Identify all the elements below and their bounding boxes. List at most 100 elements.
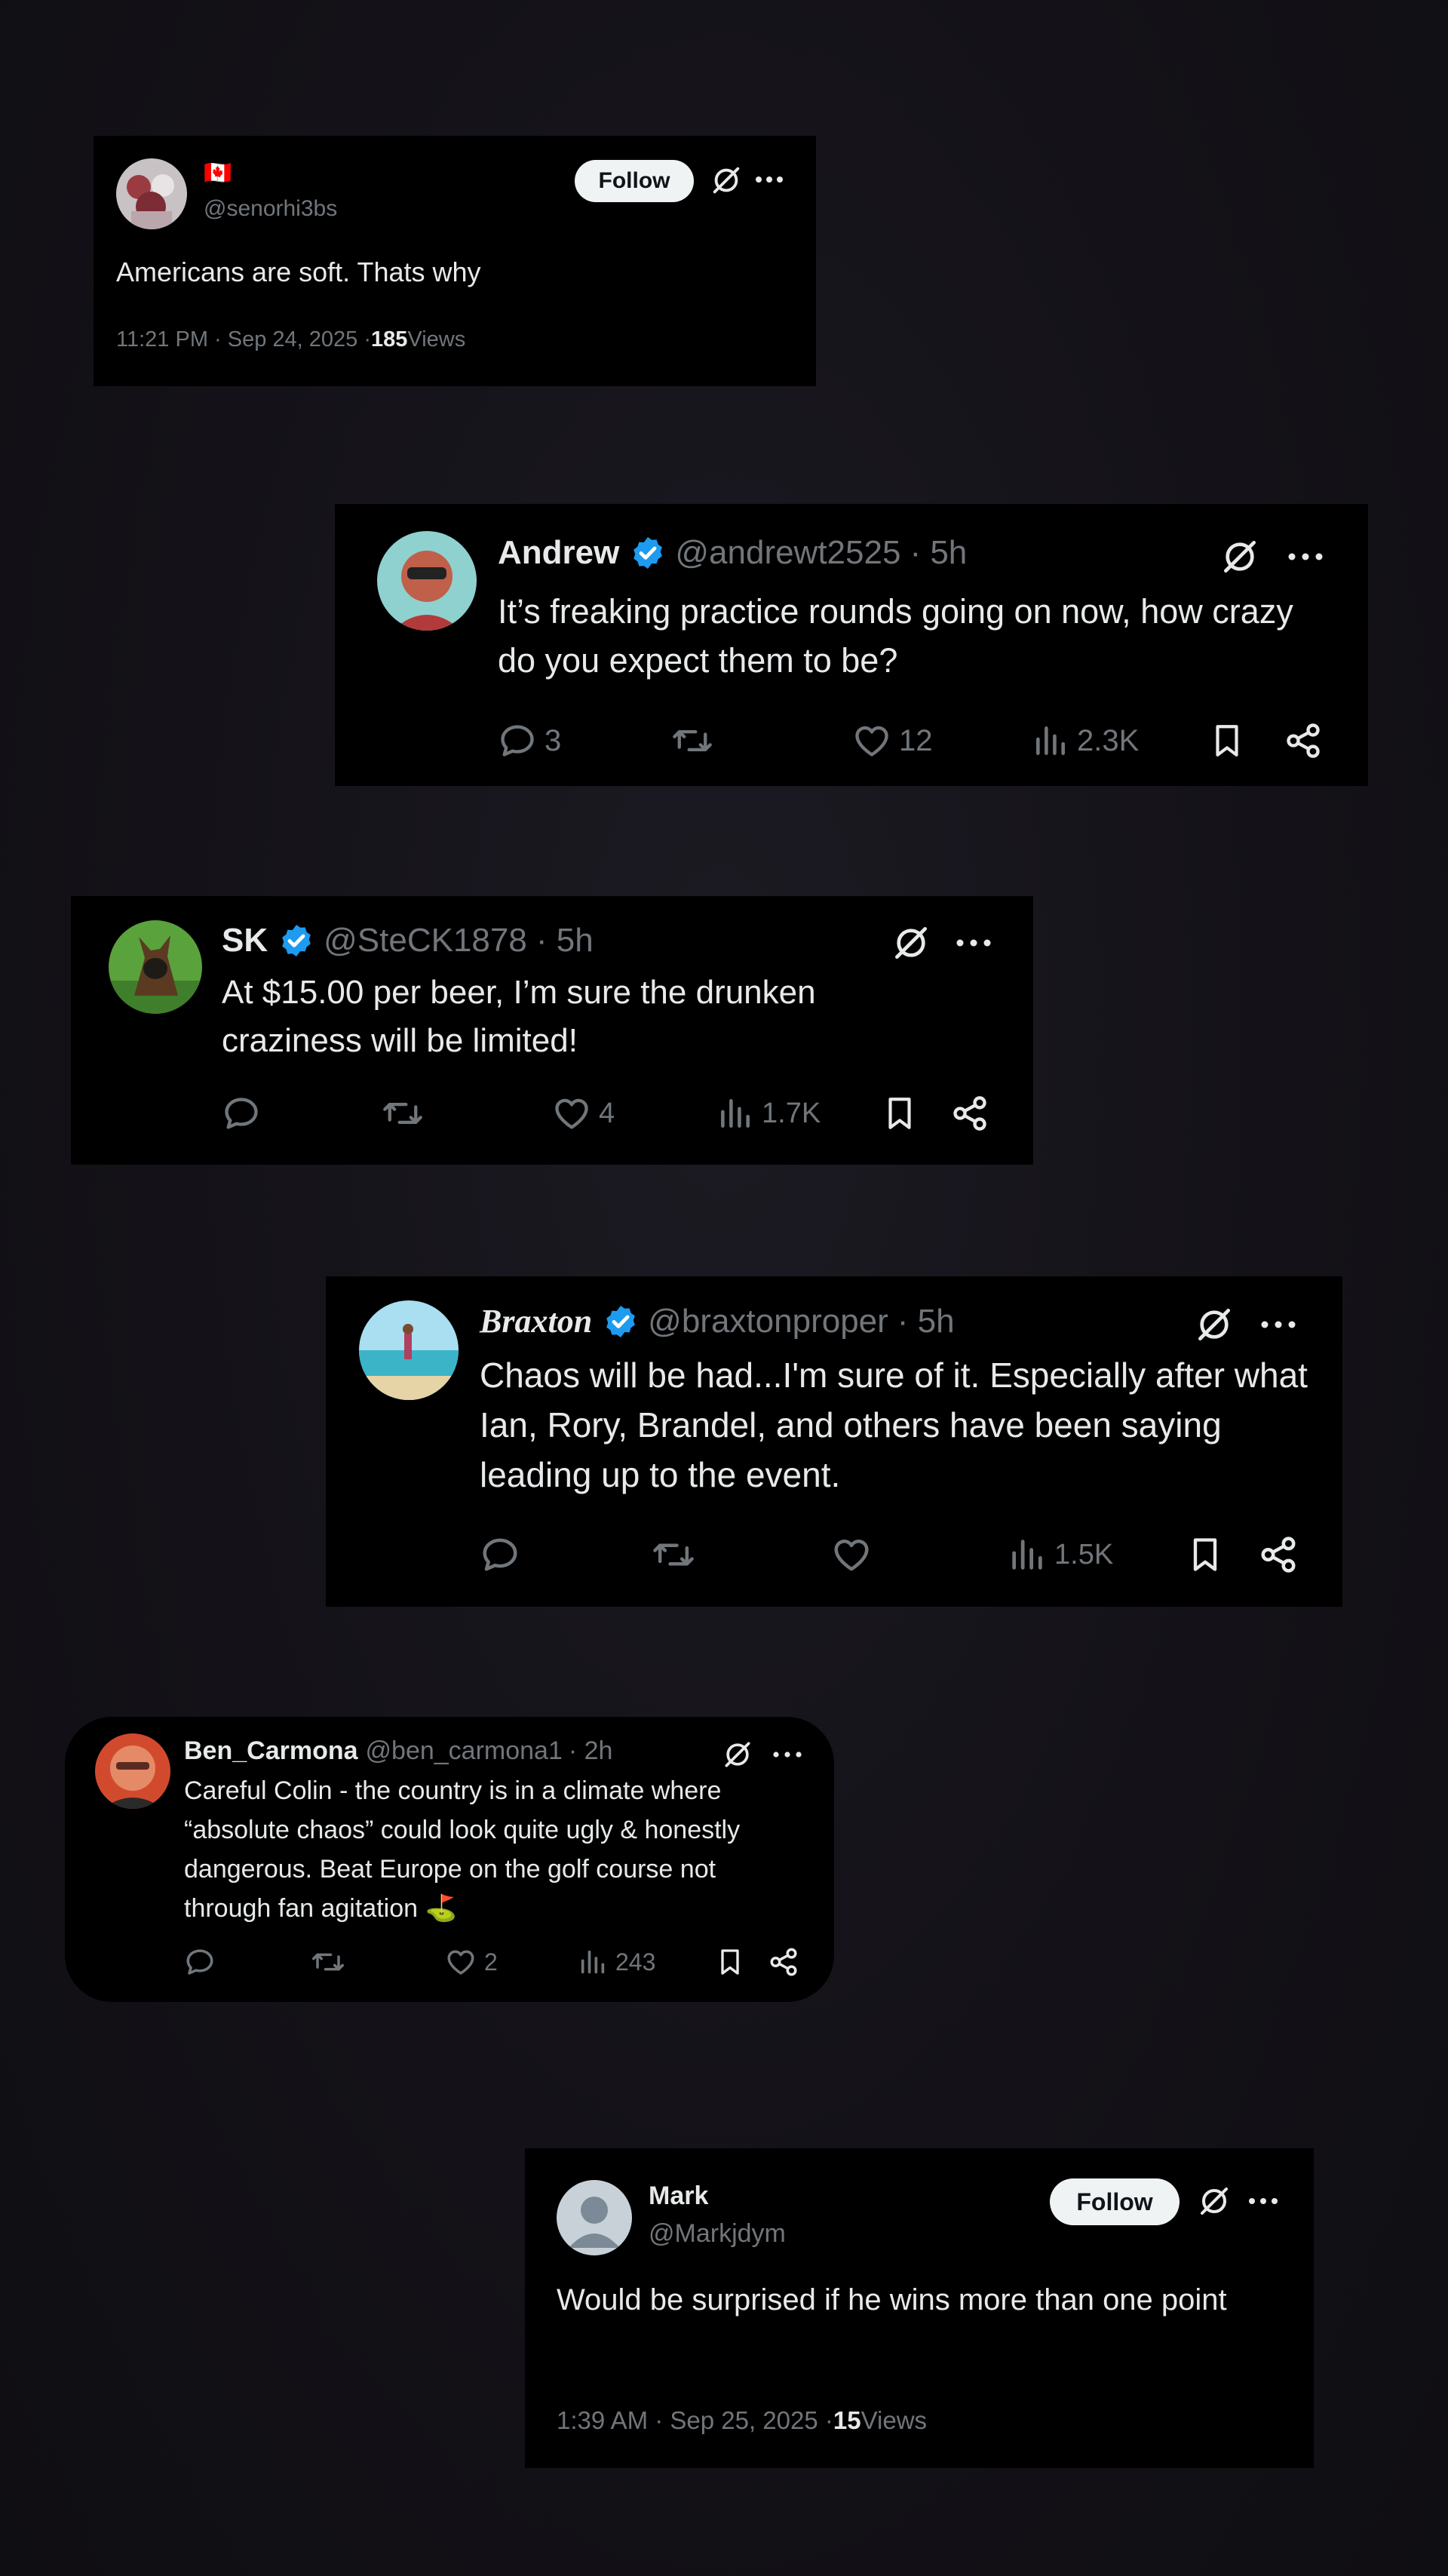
views-icon	[1036, 726, 1065, 755]
post-time[interactable]: · 5h	[897, 1303, 955, 1340]
user-handle[interactable]: @SteCK1878	[324, 922, 527, 959]
more-icon[interactable]	[1287, 552, 1324, 561]
post-metadata: 11:21 PM · Sep 24, 2025 · 185 Views	[116, 327, 465, 352]
like-icon	[447, 1950, 474, 1975]
post-card-senorhi3bs: 🇨🇦 @senorhi3bs Follow Americans are soft…	[94, 136, 816, 386]
post-text: Americans are soft. Thats why	[116, 256, 481, 287]
views-count: 15	[833, 2406, 861, 2434]
user-handle[interactable]: @Markjdym	[649, 2219, 786, 2249]
bookmark-icon[interactable]	[715, 1946, 745, 1978]
repost-button[interactable]	[382, 1094, 431, 1133]
post-card-mark: Mark @Markjdym Follow Would be surprised…	[525, 2148, 1314, 2468]
repost-button[interactable]	[671, 721, 721, 760]
reply-icon	[225, 1098, 258, 1129]
follow-button[interactable]: Follow	[575, 160, 694, 202]
views-count: 1.5K	[1054, 1538, 1114, 1570]
post-header: Andrew @andrewt2525 · 5h	[498, 534, 967, 572]
reply-button[interactable]	[184, 1946, 223, 1978]
bookmark-icon[interactable]	[1186, 1534, 1225, 1575]
views-icon	[1012, 1540, 1042, 1570]
views-icon	[581, 1950, 605, 1974]
timestamp[interactable]: 1:39 AM · Sep 25, 2025 ·	[557, 2406, 833, 2435]
views-button[interactable]: 1.5K	[1008, 1534, 1113, 1575]
user-handle[interactable]: @senorhi3bs	[204, 196, 337, 222]
avatar[interactable]	[359, 1300, 459, 1400]
grok-icon[interactable]	[1196, 2183, 1232, 2219]
reply-icon	[186, 1949, 213, 1975]
like-count: 12	[899, 723, 933, 757]
user-handle[interactable]: @braxtonproper	[648, 1303, 888, 1340]
views-count: 243	[615, 1948, 656, 1976]
like-button[interactable]: 12	[852, 721, 933, 760]
avatar[interactable]	[109, 920, 202, 1014]
grok-icon[interactable]	[721, 1738, 754, 1771]
like-button[interactable]	[831, 1534, 879, 1575]
post-text: It’s freaking practice rounds going on n…	[498, 592, 1293, 680]
post-time[interactable]: · 5h	[536, 922, 594, 959]
like-button[interactable]: 2	[445, 1946, 498, 1978]
reply-button[interactable]	[480, 1534, 528, 1575]
post-text: Chaos will be had...I'm sure of it. Espe…	[480, 1356, 1308, 1494]
user-handle[interactable]: @ben_carmona1	[366, 1736, 563, 1766]
views-button[interactable]: 1.7K	[716, 1094, 821, 1133]
like-icon	[855, 726, 888, 757]
repost-icon	[673, 730, 712, 752]
like-button[interactable]: 4	[552, 1094, 615, 1133]
post-time[interactable]: · 5h	[910, 534, 967, 572]
views-count: 2.3K	[1077, 723, 1140, 757]
grok-icon[interactable]	[890, 922, 932, 964]
reply-button[interactable]: 3	[498, 721, 561, 760]
more-icon[interactable]	[754, 175, 784, 184]
share-icon[interactable]	[1258, 1534, 1299, 1575]
views-button[interactable]: 243	[578, 1946, 655, 1978]
user-name[interactable]: Mark	[649, 2181, 708, 2211]
post-card-braxton: Braxton @braxtonproper · 5h Chaos will b…	[326, 1276, 1342, 1607]
verified-badge-icon	[278, 923, 314, 959]
post-time[interactable]: · 2h	[569, 1736, 613, 1766]
post-header: Ben_Carmona @ben_carmona1 · 2h	[184, 1736, 612, 1766]
like-count: 4	[599, 1097, 615, 1129]
avatar[interactable]	[116, 158, 187, 229]
timestamp[interactable]: 11:21 PM · Sep 24, 2025 ·	[116, 327, 371, 352]
share-icon[interactable]	[950, 1094, 989, 1133]
bookmark-icon[interactable]	[881, 1094, 919, 1133]
avatar[interactable]	[377, 531, 477, 631]
follow-button[interactable]: Follow	[1050, 2178, 1180, 2225]
user-name[interactable]: Braxton	[480, 1302, 592, 1340]
more-icon[interactable]	[1259, 1320, 1297, 1329]
repost-button[interactable]	[311, 1946, 353, 1978]
repost-icon	[312, 1953, 344, 1971]
views-icon	[721, 1099, 750, 1128]
bookmark-icon[interactable]	[1208, 721, 1246, 760]
reply-button[interactable]	[222, 1094, 268, 1133]
verified-badge-icon	[603, 1303, 639, 1340]
share-icon[interactable]	[1284, 721, 1323, 760]
share-icon[interactable]	[768, 1946, 799, 1978]
avatar[interactable]	[95, 1733, 170, 1809]
user-name[interactable]: SK	[222, 922, 268, 959]
more-icon[interactable]	[955, 938, 992, 947]
views-button[interactable]: 2.3K	[1032, 721, 1139, 760]
views-label: Views	[861, 2406, 928, 2434]
post-text: Would be surprised if he wins more than …	[557, 2283, 1227, 2317]
avatar[interactable]	[557, 2180, 632, 2255]
more-icon[interactable]	[772, 1751, 802, 1758]
user-handle[interactable]: @andrewt2525	[675, 534, 900, 572]
like-count: 2	[484, 1948, 498, 1976]
reply-icon	[501, 725, 534, 757]
views-label: Views	[407, 327, 466, 352]
reply-count: 3	[545, 723, 562, 757]
more-icon[interactable]	[1247, 2197, 1279, 2206]
grok-icon[interactable]	[1219, 536, 1261, 578]
grok-icon[interactable]	[709, 163, 744, 198]
user-name[interactable]: Andrew	[498, 534, 619, 572]
post-card-andrew: Andrew @andrewt2525 · 5h It’s freaking p…	[335, 504, 1368, 786]
user-name[interactable]: Ben_Carmona	[184, 1736, 358, 1766]
flag: 🇨🇦	[204, 161, 232, 186]
repost-button[interactable]	[652, 1534, 703, 1575]
grok-icon[interactable]	[1193, 1303, 1235, 1346]
repost-icon	[383, 1103, 422, 1124]
post-text: At $15.00 per beer, I’m sure the drunken…	[222, 974, 816, 1059]
post-card-ben-carmona: Ben_Carmona @ben_carmona1 · 2h Careful C…	[65, 1717, 834, 2002]
post-card-sk: SK @SteCK1878 · 5h At $15.00 per beer, I…	[71, 896, 1033, 1165]
